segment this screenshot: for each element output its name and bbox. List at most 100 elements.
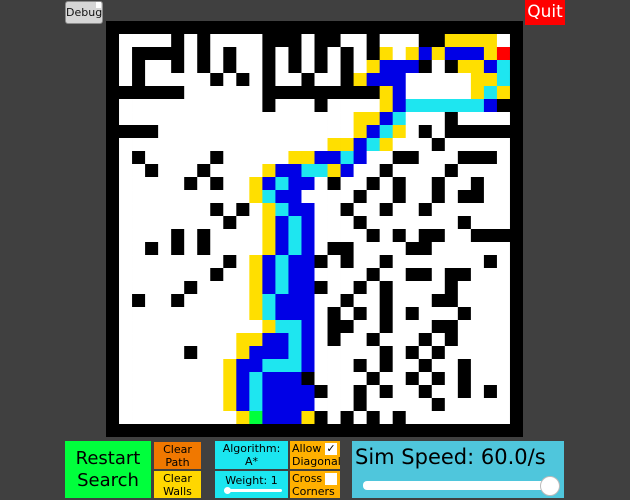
empty-cell[interactable] bbox=[418, 398, 433, 412]
path-cell[interactable] bbox=[249, 372, 263, 386]
empty-cell[interactable] bbox=[431, 385, 446, 399]
wall-cell[interactable] bbox=[379, 424, 394, 437]
wall-cell[interactable] bbox=[314, 21, 328, 35]
empty-cell[interactable] bbox=[379, 177, 394, 191]
empty-cell[interactable] bbox=[119, 281, 133, 295]
wall-cell[interactable] bbox=[496, 229, 511, 243]
wall-cell[interactable] bbox=[392, 424, 407, 437]
path-cell[interactable] bbox=[249, 398, 263, 412]
empty-cell[interactable] bbox=[236, 320, 250, 334]
open-cell[interactable] bbox=[470, 73, 485, 87]
empty-cell[interactable] bbox=[340, 372, 354, 386]
empty-cell[interactable] bbox=[249, 203, 263, 217]
wall-cell[interactable] bbox=[405, 307, 420, 321]
empty-cell[interactable] bbox=[288, 125, 302, 139]
wall-cell[interactable] bbox=[106, 34, 120, 48]
wall-cell[interactable] bbox=[509, 398, 523, 412]
closed-cell[interactable] bbox=[327, 151, 341, 165]
empty-cell[interactable] bbox=[470, 112, 485, 126]
empty-cell[interactable] bbox=[145, 203, 159, 217]
wall-cell[interactable] bbox=[418, 203, 433, 217]
empty-cell[interactable] bbox=[171, 216, 185, 230]
empty-cell[interactable] bbox=[392, 164, 407, 178]
empty-cell[interactable] bbox=[236, 138, 250, 152]
empty-cell[interactable] bbox=[223, 99, 237, 113]
wall-cell[interactable] bbox=[236, 73, 250, 87]
empty-cell[interactable] bbox=[483, 203, 498, 217]
empty-cell[interactable] bbox=[405, 164, 420, 178]
wall-cell[interactable] bbox=[275, 21, 289, 35]
empty-cell[interactable] bbox=[314, 398, 328, 412]
empty-cell[interactable] bbox=[379, 372, 394, 386]
wall-cell[interactable] bbox=[392, 177, 407, 191]
path-cell[interactable] bbox=[288, 216, 302, 230]
wall-cell[interactable] bbox=[509, 411, 523, 425]
empty-cell[interactable] bbox=[314, 203, 328, 217]
wall-cell[interactable] bbox=[184, 424, 198, 437]
empty-cell[interactable] bbox=[353, 60, 368, 74]
open-cell[interactable] bbox=[470, 34, 485, 48]
empty-cell[interactable] bbox=[158, 177, 172, 191]
wall-cell[interactable] bbox=[340, 60, 354, 74]
empty-cell[interactable] bbox=[158, 216, 172, 230]
empty-cell[interactable] bbox=[145, 398, 159, 412]
wall-cell[interactable] bbox=[418, 385, 433, 399]
empty-cell[interactable] bbox=[158, 242, 172, 256]
closed-cell[interactable] bbox=[379, 73, 394, 87]
empty-cell[interactable] bbox=[327, 73, 341, 87]
empty-cell[interactable] bbox=[158, 307, 172, 321]
wall-cell[interactable] bbox=[145, 242, 159, 256]
closed-cell[interactable] bbox=[366, 73, 381, 87]
closed-cell[interactable] bbox=[444, 47, 459, 61]
empty-cell[interactable] bbox=[132, 268, 146, 282]
empty-cell[interactable] bbox=[392, 307, 407, 321]
empty-cell[interactable] bbox=[223, 138, 237, 152]
wall-cell[interactable] bbox=[236, 424, 250, 437]
empty-cell[interactable] bbox=[249, 112, 263, 126]
empty-cell[interactable] bbox=[496, 203, 511, 217]
empty-cell[interactable] bbox=[275, 138, 289, 152]
closed-cell[interactable] bbox=[275, 307, 289, 321]
empty-cell[interactable] bbox=[236, 125, 250, 139]
wall-cell[interactable] bbox=[106, 385, 120, 399]
empty-cell[interactable] bbox=[171, 398, 185, 412]
start-cell[interactable] bbox=[249, 411, 263, 425]
empty-cell[interactable] bbox=[483, 398, 498, 412]
empty-cell[interactable] bbox=[457, 333, 472, 347]
wall-cell[interactable] bbox=[353, 398, 368, 412]
empty-cell[interactable] bbox=[366, 151, 381, 165]
closed-cell[interactable] bbox=[314, 151, 328, 165]
wall-cell[interactable] bbox=[132, 73, 146, 87]
wall-cell[interactable] bbox=[106, 47, 120, 61]
open-cell[interactable] bbox=[457, 34, 472, 48]
empty-cell[interactable] bbox=[483, 333, 498, 347]
closed-cell[interactable] bbox=[301, 268, 315, 282]
wall-cell[interactable] bbox=[444, 21, 459, 35]
wall-cell[interactable] bbox=[431, 424, 446, 437]
empty-cell[interactable] bbox=[418, 86, 433, 100]
empty-cell[interactable] bbox=[314, 307, 328, 321]
empty-cell[interactable] bbox=[483, 268, 498, 282]
empty-cell[interactable] bbox=[249, 320, 263, 334]
wall-cell[interactable] bbox=[223, 60, 237, 74]
closed-cell[interactable] bbox=[275, 385, 289, 399]
empty-cell[interactable] bbox=[145, 190, 159, 204]
empty-cell[interactable] bbox=[197, 255, 211, 269]
empty-cell[interactable] bbox=[197, 294, 211, 308]
empty-cell[interactable] bbox=[197, 398, 211, 412]
empty-cell[interactable] bbox=[262, 112, 276, 126]
wall-cell[interactable] bbox=[496, 424, 511, 437]
empty-cell[interactable] bbox=[132, 112, 146, 126]
empty-cell[interactable] bbox=[119, 320, 133, 334]
wall-cell[interactable] bbox=[314, 47, 328, 61]
empty-cell[interactable] bbox=[366, 385, 381, 399]
empty-cell[interactable] bbox=[236, 268, 250, 282]
closed-cell[interactable] bbox=[275, 294, 289, 308]
empty-cell[interactable] bbox=[405, 177, 420, 191]
open-cell[interactable] bbox=[223, 385, 237, 399]
empty-cell[interactable] bbox=[275, 73, 289, 87]
open-cell[interactable] bbox=[262, 229, 276, 243]
wall-cell[interactable] bbox=[197, 424, 211, 437]
closed-cell[interactable] bbox=[275, 346, 289, 360]
open-cell[interactable] bbox=[366, 60, 381, 74]
